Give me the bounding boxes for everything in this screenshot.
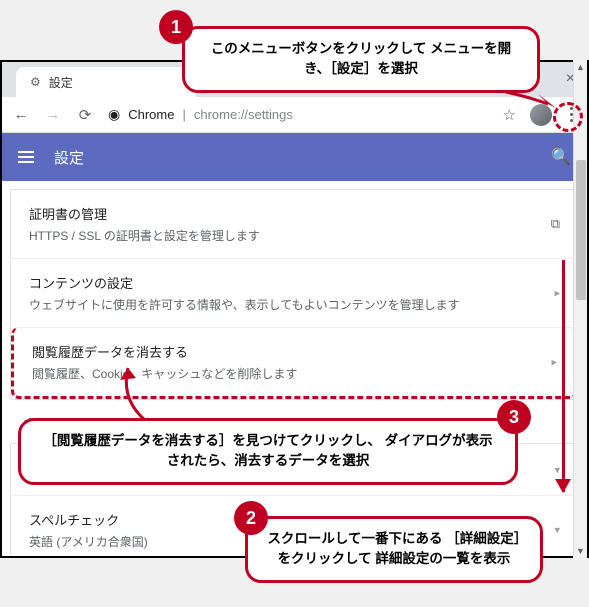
chevron-down-icon: ▾	[554, 524, 560, 537]
forward-icon[interactable]: →	[44, 106, 62, 123]
scroll-down-icon[interactable]: ▼	[574, 544, 587, 558]
annotation-arrow-down	[562, 260, 565, 492]
back-icon[interactable]: ←	[12, 106, 30, 123]
hamburger-icon[interactable]	[18, 151, 34, 163]
annotation-arrow-3	[110, 362, 170, 422]
row-title: 証明書の管理	[29, 204, 560, 223]
url-path: chrome://settings	[194, 107, 293, 122]
settings-card-privacy: 証明書の管理 HTTPS / SSL の証明書と設定を管理します ⧉ コンテンツ…	[10, 189, 579, 400]
app-header: 設定 🔍	[2, 133, 587, 181]
callout-2: スクロールして一番下にある ［詳細設定］をクリックして 詳細設定の一覧を表示	[245, 516, 543, 583]
step-badge-3: 3	[497, 400, 531, 434]
chevron-right-icon: ▸	[554, 287, 560, 300]
external-link-icon: ⧉	[551, 216, 560, 232]
step-badge-2: 2	[234, 501, 268, 535]
chevron-right-icon: ▸	[551, 356, 557, 369]
row-certificates[interactable]: 証明書の管理 HTTPS / SSL の証明書と設定を管理します ⧉	[11, 190, 578, 258]
step-badge-1: 1	[159, 10, 193, 44]
chrome-icon: ◉	[108, 106, 120, 123]
callout-3: ［閲覧履歴データを消去する］を見つけてクリックし、 ダイアログが表示されたら、消…	[18, 418, 518, 485]
row-title: コンテンツの設定	[29, 273, 560, 292]
row-clear-browsing-data[interactable]: 閲覧履歴データを消去する 閲覧履歴、Cookie、キャッシュなどを削除します ▸	[11, 327, 578, 399]
chevron-down-icon: ▾	[554, 463, 560, 476]
settings-content: 証明書の管理 HTTPS / SSL の証明書と設定を管理します ⧉ コンテンツ…	[2, 181, 587, 556]
url-sep: |	[182, 107, 185, 122]
scroll-thumb[interactable]	[576, 160, 586, 300]
browser-tab[interactable]: ⚙ 設定	[16, 67, 196, 97]
url-label: Chrome	[128, 107, 174, 122]
reload-icon[interactable]: ⟳	[76, 106, 94, 124]
row-title: 閲覧履歴データを消去する	[32, 342, 557, 361]
row-sub: HTTPS / SSL の証明書と設定を管理します	[29, 227, 560, 244]
gear-icon: ⚙	[30, 75, 41, 89]
scroll-up-icon[interactable]: ▲	[574, 60, 587, 74]
page-title: 設定	[54, 147, 531, 168]
row-content-settings[interactable]: コンテンツの設定 ウェブサイトに使用を許可する情報や、表示してもよいコンテンツを…	[11, 258, 578, 327]
callout-1: このメニューボタンをクリックして メニューを開き、［設定］を選択	[182, 26, 540, 93]
search-icon[interactable]: 🔍	[551, 147, 571, 167]
scrollbar[interactable]: ▲ ▼	[573, 60, 587, 558]
tab-title: 設定	[49, 74, 73, 91]
row-sub: ウェブサイトに使用を許可する情報や、表示してもよいコンテンツを管理します	[29, 296, 560, 313]
